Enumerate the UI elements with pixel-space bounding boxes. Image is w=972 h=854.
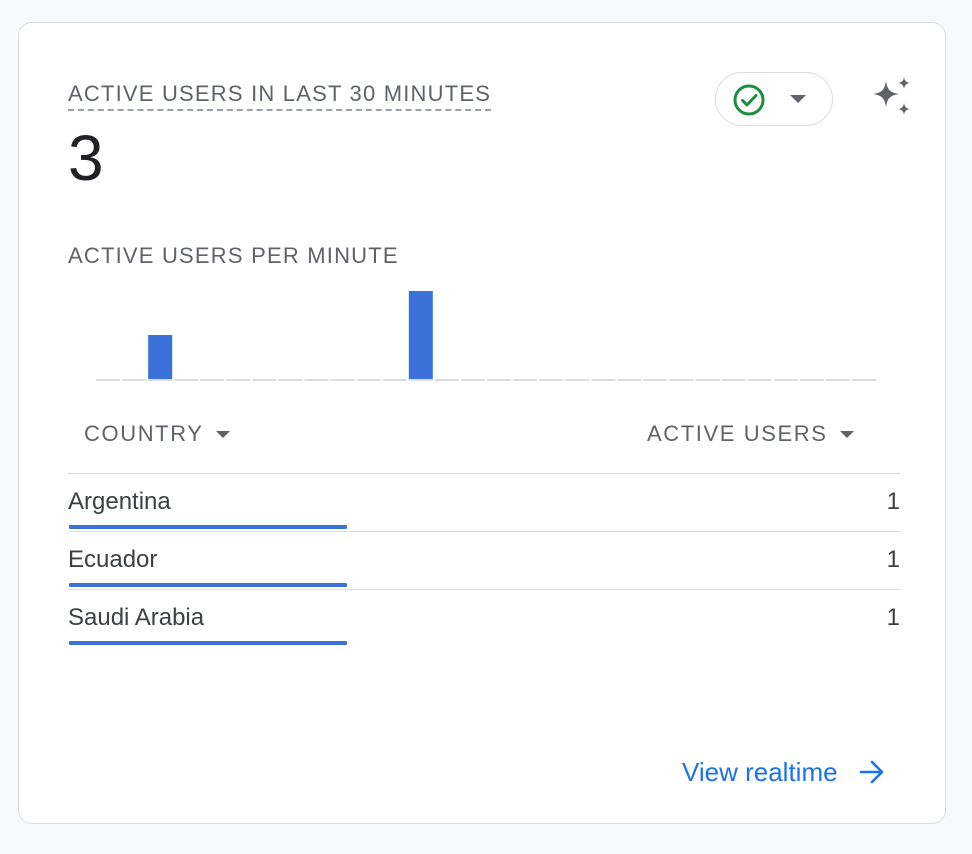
chart-baseline-segment xyxy=(695,379,720,381)
share-bar xyxy=(69,583,347,587)
check-circle-icon xyxy=(733,84,765,116)
chart-baseline-segment xyxy=(96,379,121,381)
caret-down-icon xyxy=(215,430,230,438)
share-bar xyxy=(69,525,347,529)
chart-bar[interactable] xyxy=(408,291,433,379)
chart-baseline-segment xyxy=(460,379,485,381)
chart-baseline-segment xyxy=(330,379,355,381)
chart-baseline-segment xyxy=(747,379,772,381)
chart-baseline-segment xyxy=(200,379,225,381)
chart-baseline-segment xyxy=(799,379,824,381)
country-name: Argentina xyxy=(68,488,171,515)
active-users-column-label: ACTIVE USERS xyxy=(647,421,828,446)
chart-baseline-segment xyxy=(252,379,277,381)
country-name: Saudi Arabia xyxy=(68,604,205,631)
active-users-value: 1 xyxy=(886,488,900,515)
active-users-value: 1 xyxy=(886,604,900,631)
chart-baseline-segment xyxy=(148,379,173,381)
chart-bar[interactable] xyxy=(148,335,173,379)
chart-baseline-segment xyxy=(382,379,407,381)
chart-baseline-segment xyxy=(487,379,512,381)
table-row: Saudi Arabia 1 xyxy=(68,590,900,648)
per-minute-bar-chart xyxy=(96,291,876,381)
view-realtime-label: View realtime xyxy=(682,757,838,787)
chart-baseline-segment xyxy=(278,379,303,381)
chart-baseline-segment xyxy=(408,379,433,381)
sparkle-icon[interactable] xyxy=(865,73,915,123)
country-column-header[interactable]: COUNTRY xyxy=(84,421,230,447)
country-column-label: COUNTRY xyxy=(84,421,204,446)
chart-baseline-segment xyxy=(565,379,590,381)
chart-baseline-segment xyxy=(539,379,564,381)
active-users-column-header[interactable]: ACTIVE USERS xyxy=(647,421,854,447)
chart-baseline-segment xyxy=(773,379,798,381)
chart-baseline-segment xyxy=(513,379,538,381)
country-name: Ecuador xyxy=(68,546,158,573)
view-realtime-link[interactable]: View realtime xyxy=(682,757,886,787)
share-bar xyxy=(69,641,347,645)
arrow-right-icon xyxy=(859,760,883,784)
chart-baseline-segment xyxy=(591,379,616,381)
metric-value: 3 xyxy=(68,122,104,194)
chart-baseline-segment xyxy=(643,379,668,381)
active-users-value: 1 xyxy=(886,546,900,573)
realtime-card: ACTIVE USERS IN LAST 30 MINUTES 3 ACTIVE… xyxy=(18,22,946,824)
chart-baseline-segment xyxy=(434,379,459,381)
chart-baseline-segment xyxy=(356,379,381,381)
status-dropdown-button[interactable] xyxy=(715,72,833,126)
metric-title[interactable]: ACTIVE USERS IN LAST 30 MINUTES xyxy=(68,81,492,111)
table-row: Argentina 1 xyxy=(68,474,900,532)
chart-title: ACTIVE USERS PER MINUTE xyxy=(68,243,399,268)
chart-baseline-segment xyxy=(721,379,746,381)
chart-baseline-segment xyxy=(851,379,876,381)
chart-baseline-segment xyxy=(304,379,329,381)
chart-baseline-segment xyxy=(825,379,850,381)
chart-baseline-segment xyxy=(669,379,694,381)
chevron-down-icon xyxy=(790,95,806,103)
chart-baseline-segment xyxy=(617,379,642,381)
caret-down-icon xyxy=(839,430,854,438)
chart-baseline-segment xyxy=(122,379,147,381)
chart-baseline-segment xyxy=(226,379,251,381)
chart-baseline-segment xyxy=(174,379,199,381)
table-row: Ecuador 1 xyxy=(68,532,900,590)
